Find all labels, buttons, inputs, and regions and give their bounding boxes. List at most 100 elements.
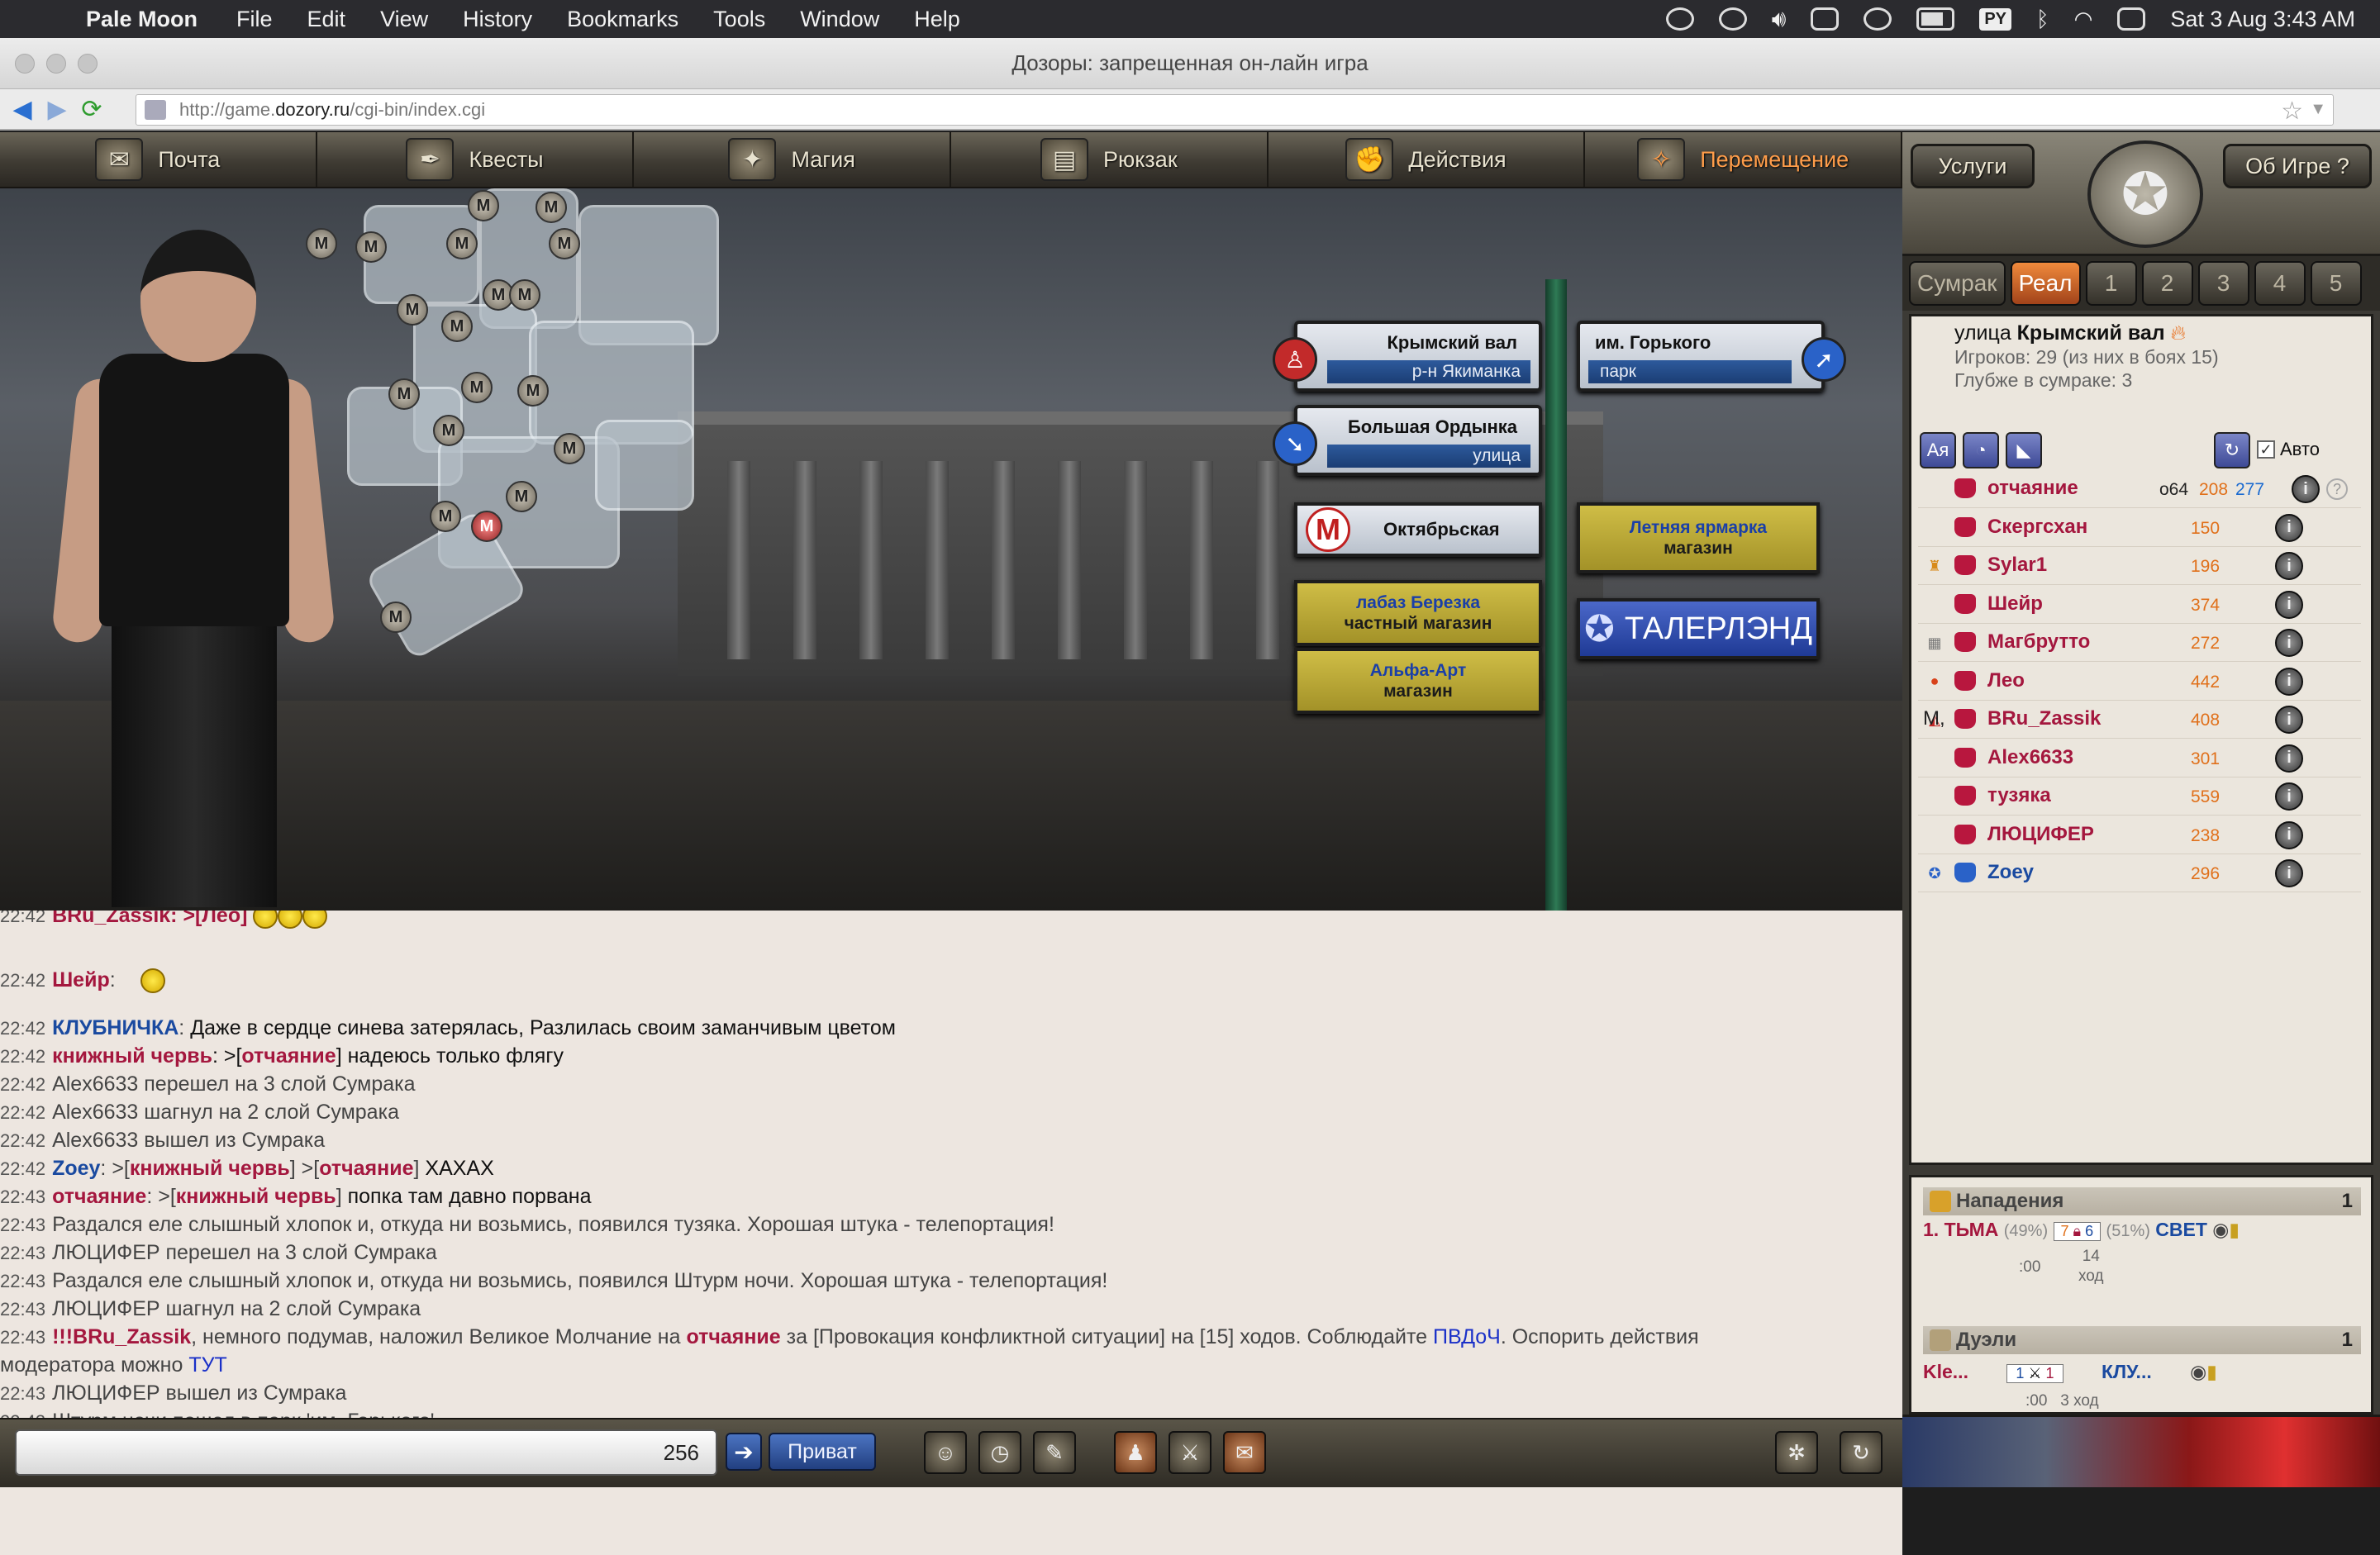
player-name[interactable]: ЛЮЦИФЕР [1987,823,2094,846]
nav-quests-button[interactable]: ✒ Квесты [317,132,635,187]
crossed-swords-icon[interactable]: ⚔ [1169,1431,1211,1474]
player-name[interactable]: Шейр [1987,592,2043,616]
tab-layer-4[interactable]: 4 [2254,261,2306,306]
chat-nick[interactable]: отчаяние [686,1325,780,1348]
map-metro-icon[interactable]: M [468,190,499,221]
map-metro-icon[interactable]: M [355,231,387,263]
map-metro-icon[interactable]: M [549,228,580,259]
app-menu[interactable]: Pale Moon [86,7,198,32]
map-metro-icon[interactable]: M [517,375,549,407]
refresh-icon[interactable]: ↻ [1840,1431,1883,1474]
map-metro-icon[interactable]: M [441,311,473,342]
player-info-icon[interactable]: i [2275,820,2303,849]
play-icon[interactable] [1864,7,1892,31]
duels-header[interactable]: Дуэли 1 [1923,1326,2361,1354]
sign-summer-fair[interactable]: Летняя ярмарка магазин [1577,502,1820,573]
player-row[interactable]: Alex6633 301 i [1918,739,2361,778]
url-bar[interactable]: http://game. dozory.ru/cgi-bin/index.cgi … [136,94,2334,126]
tab-layer-5[interactable]: 5 [2310,261,2362,306]
auto-toggle[interactable]: ✓ Авто [2257,439,2320,460]
chat-input[interactable]: 256 [15,1429,717,1476]
map-metro-icon[interactable]: M [506,481,537,512]
chat-link[interactable]: ПВДоЧ [1433,1325,1501,1348]
chat-nick[interactable]: КЛУБНИЧКА [52,1016,178,1039]
site-identity-icon[interactable] [145,100,166,120]
nav-mail-button[interactable]: ✉ Почта [0,132,317,187]
sign-labaz-berezka[interactable]: лабаз Березка частный магазин [1294,580,1542,646]
player-info-icon[interactable]: i [2275,513,2303,542]
bookmark-star-icon[interactable]: ☆ [2281,97,2303,126]
url-dropdown-icon[interactable]: ▼ [2310,100,2326,119]
bluetooth-icon[interactable]: ᛒ [2036,7,2049,32]
clock-icon[interactable]: ◷ [978,1431,1021,1474]
menu-tools[interactable]: Tools [713,7,765,32]
letter-icon[interactable]: ✉ [1223,1431,1266,1474]
map-metro-icon[interactable]: M [397,294,428,326]
menu-history[interactable]: History [463,7,532,32]
input-source-badge[interactable]: PY [1979,7,2012,31]
player-info-icon[interactable]: i [2292,475,2320,503]
notes-icon[interactable]: ✎ [1033,1431,1076,1474]
player-name[interactable]: Скергсхан [1987,516,2087,539]
chat-nick[interactable]: отчаяние [52,1185,146,1208]
window-minimize-button[interactable] [46,54,66,74]
player-name[interactable]: BRu_Zassik [1987,707,2101,730]
volume-icon[interactable]: 🔊︎ [1772,6,1787,33]
menu-help[interactable]: Help [914,7,960,32]
eye-icon[interactable]: ◉ [2212,1219,2229,1240]
player-row[interactable]: ЛЮЦИФЕР 238 i [1918,816,2361,854]
character-portrait[interactable] [33,213,339,907]
chat-nick[interactable]: Шейр [52,968,110,991]
player-row[interactable]: отчаяние о64 208 277 i? [1918,470,2361,508]
scroll-icon[interactable]: ▮ [2206,1361,2217,1382]
attacks-header[interactable]: Нападения 1 [1923,1187,2361,1215]
tab-layer-3[interactable]: 3 [2197,261,2249,306]
tab-layer-2[interactable]: 2 [2141,261,2193,306]
player-name[interactable]: Лео [1987,669,2025,692]
map-metro-icon[interactable]: M [554,433,585,464]
sign-bolshaya-ordynka[interactable]: ➘ Большая Ордынка улица [1273,405,1542,476]
creative-cloud-icon[interactable] [1665,7,1694,31]
window-zoom-button[interactable] [78,54,98,74]
player-info-icon[interactable]: i [2275,552,2303,580]
private-button[interactable]: Приват [769,1433,876,1471]
services-button[interactable]: Услуги [1911,144,2035,188]
map-metro-icon[interactable]: M [430,501,461,532]
menubar-clock[interactable]: Sat 3 Aug 3:43 AM [2170,7,2355,32]
player-info-icon[interactable]: i [2275,744,2303,773]
player-info-icon[interactable]: i [2275,629,2303,657]
sign-krymsky-val[interactable]: ♙ Крымский вал р-н Якиманка [1273,321,1542,392]
window-close-button[interactable] [15,54,35,74]
chat-link[interactable]: ТУТ [188,1353,226,1377]
chat-nick[interactable]: отчаяние [241,1044,336,1068]
attack-row[interactable]: 1. ТЬМА (49%) 7 🔒︎ 6 (51%) СВЕТ ◉▮ [1923,1219,2240,1241]
sign-metro-oktyabrskaya[interactable]: M Октябрьская [1294,502,1542,557]
map-metro-icon[interactable]: M [461,372,493,403]
player-name[interactable]: Магбрутто [1987,630,2090,654]
player-name[interactable]: Alex6633 [1987,746,2073,769]
player-row[interactable]: ♜ Sylar1 196 i [1918,547,2361,585]
nav-magic-button[interactable]: ✦ Магия [634,132,952,187]
menu-view[interactable]: View [380,7,428,32]
player-name[interactable]: Sylar1 [1987,554,2047,577]
control-center-icon[interactable] [2117,7,2146,31]
player-name[interactable]: Zoey [1987,861,2034,884]
language-toggle-icon[interactable]: Ая [1920,432,1956,468]
player-row[interactable]: ◭ М, BRu_Zassik 408 i [1918,701,2361,739]
player-row[interactable]: ✪ Zoey 296 i [1918,854,2361,892]
player-row[interactable]: тузяка 559 i [1918,778,2361,816]
duel-row[interactable]: Kle... 1 ⚔ 1 КЛУ... ◉▮ [1923,1361,2217,1383]
map-metro-icon[interactable]: M [509,279,540,311]
chat-nick[interactable]: книжный червь [176,1185,336,1208]
walk-icon[interactable]: ♟ [1114,1431,1157,1474]
map-district[interactable] [595,420,694,511]
scroll-icon[interactable]: ▮ [2229,1219,2240,1240]
map-metro-icon[interactable]: M [446,228,478,259]
map-metro-icon[interactable]: M [380,602,412,633]
chat-nick[interactable]: Zoey [52,1157,100,1180]
nav-movement-button[interactable]: ✧ Перемещение [1585,132,1903,187]
moon-icon[interactable]: ◔ [1963,432,1999,468]
bug-icon[interactable]: ✲ [1775,1431,1818,1474]
tab-sumrak[interactable]: Сумрак [1909,261,2006,306]
sign-alfa-art[interactable]: Альфа-Арт магазин [1294,648,1542,714]
